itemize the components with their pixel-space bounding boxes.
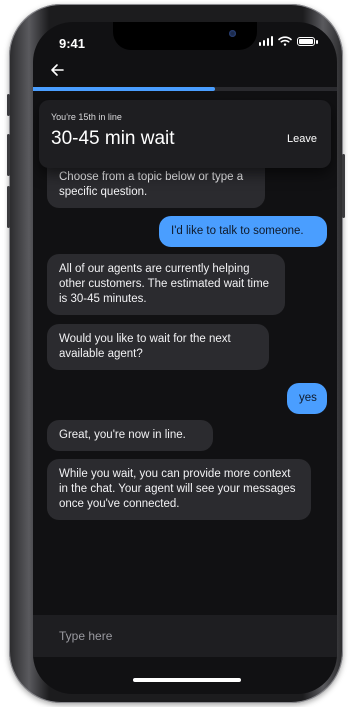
- queue-wait-time: 30-45 min wait: [51, 128, 175, 149]
- cellular-signal-icon: [258, 36, 273, 46]
- user-message: yes: [287, 383, 327, 414]
- notch: [113, 22, 257, 50]
- phone-screen: 9:41 You're 15th in line 30-45 min wait …: [33, 22, 337, 694]
- arrow-left-icon: [51, 64, 64, 76]
- mute-switch: [7, 94, 10, 116]
- agent-message: Choose from a topic below or type a spec…: [47, 164, 265, 208]
- battery-icon: [297, 36, 318, 46]
- message-input[interactable]: [33, 615, 337, 657]
- home-indicator[interactable]: [133, 678, 241, 682]
- wifi-icon: [278, 36, 292, 46]
- queue-status-card: You're 15th in line 30-45 min wait Leave: [39, 100, 331, 168]
- agent-message: While you wait, you can provide more con…: [47, 459, 311, 520]
- camera-icon: [229, 30, 236, 37]
- power-button: [342, 154, 345, 218]
- agent-message: All of our agents are currently helping …: [47, 254, 285, 315]
- leave-queue-button[interactable]: Leave: [287, 133, 317, 145]
- back-button[interactable]: [45, 58, 69, 82]
- agent-message: Great, you're now in line.: [47, 420, 213, 451]
- queue-progress-bar: [33, 87, 337, 91]
- queue-position-text: You're 15th in line: [51, 112, 122, 122]
- agent-message: Would you like to wait for the next avai…: [47, 324, 269, 370]
- queue-progress-fill: [33, 87, 216, 91]
- volume-down-button: [7, 186, 10, 228]
- status-icons: [258, 36, 318, 46]
- user-message: I'd like to talk to someone.: [159, 216, 327, 247]
- message-composer: [33, 615, 337, 657]
- volume-up-button: [7, 134, 10, 176]
- status-time: 9:41: [59, 36, 86, 51]
